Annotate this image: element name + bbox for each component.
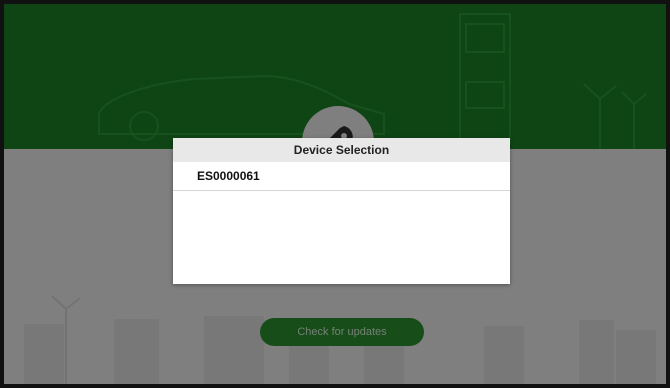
dialog-title: Device Selection bbox=[173, 138, 510, 162]
device-list: ES0000061 bbox=[173, 162, 510, 191]
device-list-item[interactable]: ES0000061 bbox=[173, 162, 510, 191]
device-selection-dialog: Device Selection ES0000061 bbox=[173, 138, 510, 284]
app-screen: Check for updates Device Selection ES000… bbox=[4, 4, 666, 384]
